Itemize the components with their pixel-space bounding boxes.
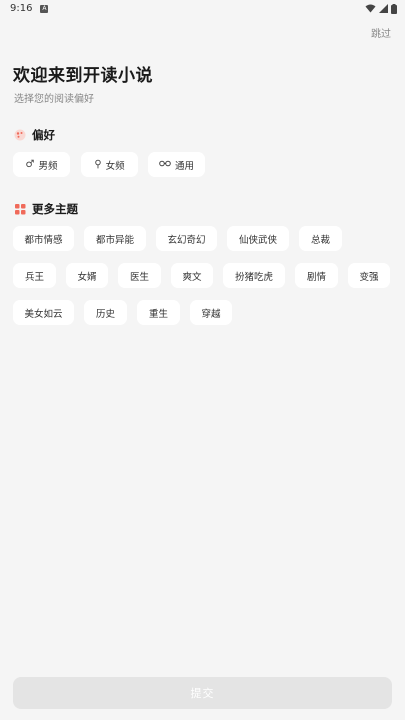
topic-chip[interactable]: 女婿 bbox=[66, 263, 108, 288]
chip-label: 通用 bbox=[174, 160, 194, 172]
preference-section-label: 偏好 bbox=[32, 128, 55, 142]
female-icon: ⚲ bbox=[94, 158, 102, 170]
preference-chip-female[interactable]: ⚲ 女频 bbox=[81, 152, 138, 177]
topic-chip[interactable]: 医生 bbox=[118, 263, 161, 288]
topic-chip[interactable]: 玄幻奇幻 bbox=[156, 226, 217, 251]
topic-chip[interactable]: 扮猪吃虎 bbox=[223, 263, 285, 288]
signal-icon bbox=[379, 4, 388, 13]
preference-chip-male[interactable]: ♂ 男频 bbox=[13, 152, 70, 177]
skip-button[interactable]: 跳过 bbox=[371, 25, 391, 40]
battery-icon bbox=[391, 3, 397, 14]
glasses-icon bbox=[159, 160, 171, 170]
notification-icon: A bbox=[40, 4, 49, 13]
topics-section-header: 更多主题 bbox=[14, 201, 78, 217]
page-subtitle: 选择您的阅读偏好 bbox=[14, 94, 94, 105]
preference-screen: 9:16 A 跳过 欢迎来到开读小说 选择您的阅读偏好 偏好 ♂ 男频 ⚲ 女频… bbox=[0, 0, 405, 720]
topics-section-label: 更多主题 bbox=[32, 202, 78, 216]
status-time: 9:16 bbox=[10, 3, 33, 14]
topic-chip[interactable]: 都市异能 bbox=[84, 226, 146, 251]
page-title: 欢迎来到开读小说 bbox=[13, 66, 153, 86]
male-icon: ♂ bbox=[25, 158, 35, 170]
chip-label: 男频 bbox=[38, 160, 58, 172]
chip-label: 女频 bbox=[105, 160, 125, 172]
topic-chip[interactable]: 兵王 bbox=[13, 263, 56, 288]
grid-icon bbox=[14, 203, 26, 215]
preference-section-header: 偏好 bbox=[14, 127, 55, 143]
topic-chip[interactable]: 都市情感 bbox=[13, 226, 74, 251]
topic-chip[interactable]: 爽文 bbox=[171, 263, 213, 288]
topic-chip[interactable]: 剧情 bbox=[295, 263, 338, 288]
topic-chip[interactable]: 仙侠武侠 bbox=[227, 226, 289, 251]
topic-chip[interactable]: 穿越 bbox=[190, 300, 232, 325]
topic-chip[interactable]: 历史 bbox=[84, 300, 127, 325]
preference-chip-general[interactable]: 通用 bbox=[148, 152, 205, 177]
submit-button[interactable]: 提交 bbox=[13, 677, 392, 709]
topic-chip[interactable]: 总裁 bbox=[299, 226, 342, 251]
topic-chip[interactable]: 美女如云 bbox=[13, 300, 74, 325]
topic-chip[interactable]: 重生 bbox=[137, 300, 180, 325]
status-bar: 9:16 A bbox=[0, 0, 405, 17]
wifi-icon bbox=[365, 4, 376, 13]
palette-icon bbox=[14, 129, 26, 141]
topic-chip[interactable]: 变强 bbox=[348, 263, 390, 288]
